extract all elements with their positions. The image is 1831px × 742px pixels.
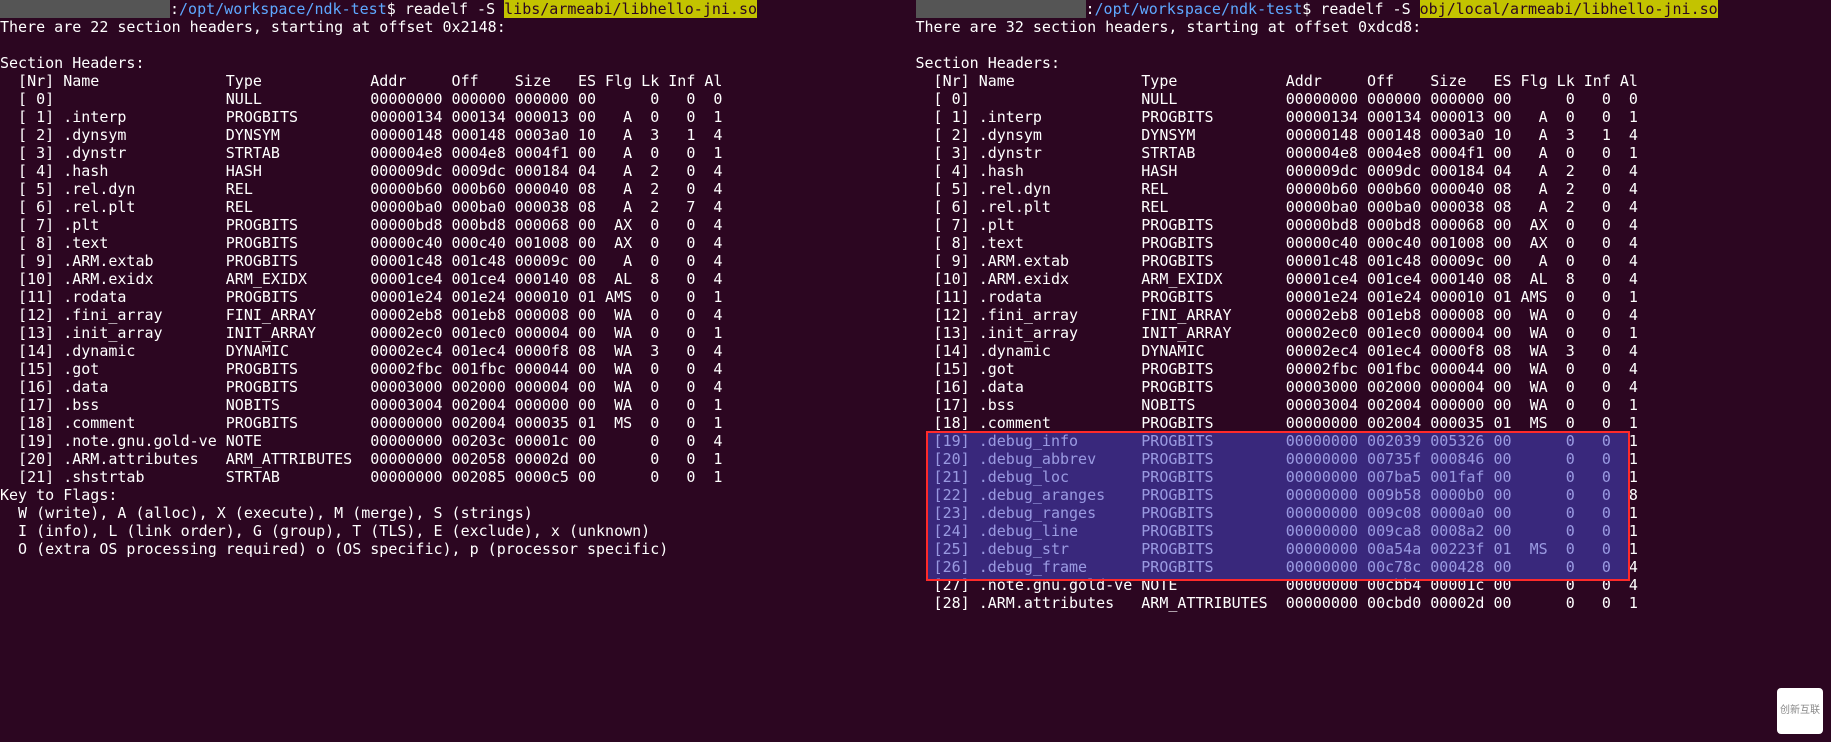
section-row: [17] .bss NOBITS 00003004 002004 000000 … bbox=[0, 396, 916, 414]
prompt-user bbox=[0, 0, 170, 18]
section-row: [ 2] .dynsym DYNSYM 00000148 000148 0003… bbox=[0, 126, 916, 144]
key-to-flags-line: I (info), L (link order), G (group), T (… bbox=[0, 522, 916, 540]
section-row: [ 6] .rel.plt REL 00000ba0 000ba0 000038… bbox=[0, 198, 916, 216]
prompt-dollar: $ bbox=[387, 0, 405, 18]
section-row: [ 4] .hash HASH 000009dc 0009dc 000184 0… bbox=[0, 162, 916, 180]
table-header-row: [Nr] Name Type Addr Off Size ES Flg Lk I… bbox=[0, 72, 916, 90]
section-row: [ 6] .rel.plt REL 00000ba0 000ba0 000038… bbox=[916, 198, 1831, 216]
prompt-line[interactable]: :/opt/workspace/ndk-test$ readelf -S obj… bbox=[916, 0, 1831, 18]
summary-line: There are 22 section headers, starting a… bbox=[0, 18, 916, 36]
section-row: [21] .shstrtab STRTAB 00000000 002085 00… bbox=[0, 468, 916, 486]
section-row: [ 3] .dynstr STRTAB 000004e8 0004e8 0004… bbox=[0, 144, 916, 162]
section-row: [ 1] .interp PROGBITS 00000134 000134 00… bbox=[0, 108, 916, 126]
command: readelf -S bbox=[1320, 0, 1419, 18]
blank-line bbox=[916, 36, 1831, 54]
section-row: [ 4] .hash HASH 000009dc 0009dc 000184 0… bbox=[916, 162, 1831, 180]
prompt-path: /opt/workspace/ndk-test bbox=[1095, 0, 1303, 18]
watermark-logo: 创新互联 bbox=[1777, 688, 1823, 734]
prompt-user bbox=[916, 0, 1086, 18]
terminal-right-pane[interactable]: :/opt/workspace/ndk-test$ readelf -S obj… bbox=[916, 0, 1831, 612]
prompt-colon: : bbox=[170, 0, 179, 18]
section-row: [ 0] NULL 00000000 000000 000000 00 0 0 … bbox=[0, 90, 916, 108]
section-row: [18] .comment PROGBITS 00000000 002004 0… bbox=[0, 414, 916, 432]
section-row: [10] .ARM.exidx ARM_EXIDX 00001ce4 001ce… bbox=[916, 270, 1831, 288]
section-row: [18] .comment PROGBITS 00000000 002004 0… bbox=[916, 414, 1831, 432]
section-row: [28] .ARM.attributes ARM_ATTRIBUTES 0000… bbox=[916, 594, 1831, 612]
section-row: [16] .data PROGBITS 00003000 002000 0000… bbox=[0, 378, 916, 396]
command-argument-highlighted: obj/local/armeabi/libhello-jni.so bbox=[1420, 0, 1718, 18]
command-argument-highlighted: libs/armeabi/libhello-jni.so bbox=[504, 0, 757, 18]
section-row: [ 5] .rel.dyn REL 00000b60 000b60 000040… bbox=[0, 180, 916, 198]
section-row: [ 0] NULL 00000000 000000 000000 00 0 0 … bbox=[916, 90, 1831, 108]
section-row: [ 8] .text PROGBITS 00000c40 000c40 0010… bbox=[0, 234, 916, 252]
section-row: [ 1] .interp PROGBITS 00000134 000134 00… bbox=[916, 108, 1831, 126]
section-row: [ 7] .plt PROGBITS 00000bd8 000bd8 00006… bbox=[916, 216, 1831, 234]
key-to-flags-title: Key to Flags: bbox=[0, 486, 916, 504]
section-row: [ 7] .plt PROGBITS 00000bd8 000bd8 00006… bbox=[0, 216, 916, 234]
key-to-flags-line: W (write), A (alloc), X (execute), M (me… bbox=[0, 504, 916, 522]
section-row: [19] .note.gnu.gold-ve NOTE 00000000 002… bbox=[0, 432, 916, 450]
section-row: [17] .bss NOBITS 00003004 002004 000000 … bbox=[916, 396, 1831, 414]
section-row: [ 9] .ARM.extab PROGBITS 00001c48 001c48… bbox=[0, 252, 916, 270]
section-row: [13] .init_array INIT_ARRAY 00002ec0 001… bbox=[916, 324, 1831, 342]
command: readelf -S bbox=[405, 0, 504, 18]
blank-line bbox=[0, 36, 916, 54]
section-row: [15] .got PROGBITS 00002fbc 001fbc 00004… bbox=[916, 360, 1831, 378]
section-row: [11] .rodata PROGBITS 00001e24 001e24 00… bbox=[916, 288, 1831, 306]
section-headers-title: Section Headers: bbox=[0, 54, 916, 72]
section-row: [ 9] .ARM.extab PROGBITS 00001c48 001c48… bbox=[916, 252, 1831, 270]
prompt-colon: : bbox=[1086, 0, 1095, 18]
section-row: [14] .dynamic DYNAMIC 00002ec4 001ec4 00… bbox=[0, 342, 916, 360]
section-row: [10] .ARM.exidx ARM_EXIDX 00001ce4 001ce… bbox=[0, 270, 916, 288]
section-row: [15] .got PROGBITS 00002fbc 001fbc 00004… bbox=[0, 360, 916, 378]
section-row: [13] .init_array INIT_ARRAY 00002ec0 001… bbox=[0, 324, 916, 342]
summary-line: There are 32 section headers, starting a… bbox=[916, 18, 1831, 36]
section-row: [ 5] .rel.dyn REL 00000b60 000b60 000040… bbox=[916, 180, 1831, 198]
prompt-dollar: $ bbox=[1302, 0, 1320, 18]
debug-sections-highlight-box bbox=[926, 431, 1630, 581]
section-row: [ 3] .dynstr STRTAB 000004e8 0004e8 0004… bbox=[916, 144, 1831, 162]
section-row: [ 8] .text PROGBITS 00000c40 000c40 0010… bbox=[916, 234, 1831, 252]
table-header-row: [Nr] Name Type Addr Off Size ES Flg Lk I… bbox=[916, 72, 1831, 90]
watermark-text: 创新互联 bbox=[1780, 702, 1820, 720]
prompt-line[interactable]: :/opt/workspace/ndk-test$ readelf -S lib… bbox=[0, 0, 916, 18]
section-row: [ 2] .dynsym DYNSYM 00000148 000148 0003… bbox=[916, 126, 1831, 144]
section-headers-title: Section Headers: bbox=[916, 54, 1831, 72]
section-row: [11] .rodata PROGBITS 00001e24 001e24 00… bbox=[0, 288, 916, 306]
section-row: [20] .ARM.attributes ARM_ATTRIBUTES 0000… bbox=[0, 450, 916, 468]
section-row: [14] .dynamic DYNAMIC 00002ec4 001ec4 00… bbox=[916, 342, 1831, 360]
section-row: [12] .fini_array FINI_ARRAY 00002eb8 001… bbox=[916, 306, 1831, 324]
prompt-path: /opt/workspace/ndk-test bbox=[179, 0, 387, 18]
terminal-left-pane[interactable]: :/opt/workspace/ndk-test$ readelf -S lib… bbox=[0, 0, 916, 612]
section-row: [12] .fini_array FINI_ARRAY 00002eb8 001… bbox=[0, 306, 916, 324]
key-to-flags-line: O (extra OS processing required) o (OS s… bbox=[0, 540, 916, 558]
section-row: [16] .data PROGBITS 00003000 002000 0000… bbox=[916, 378, 1831, 396]
